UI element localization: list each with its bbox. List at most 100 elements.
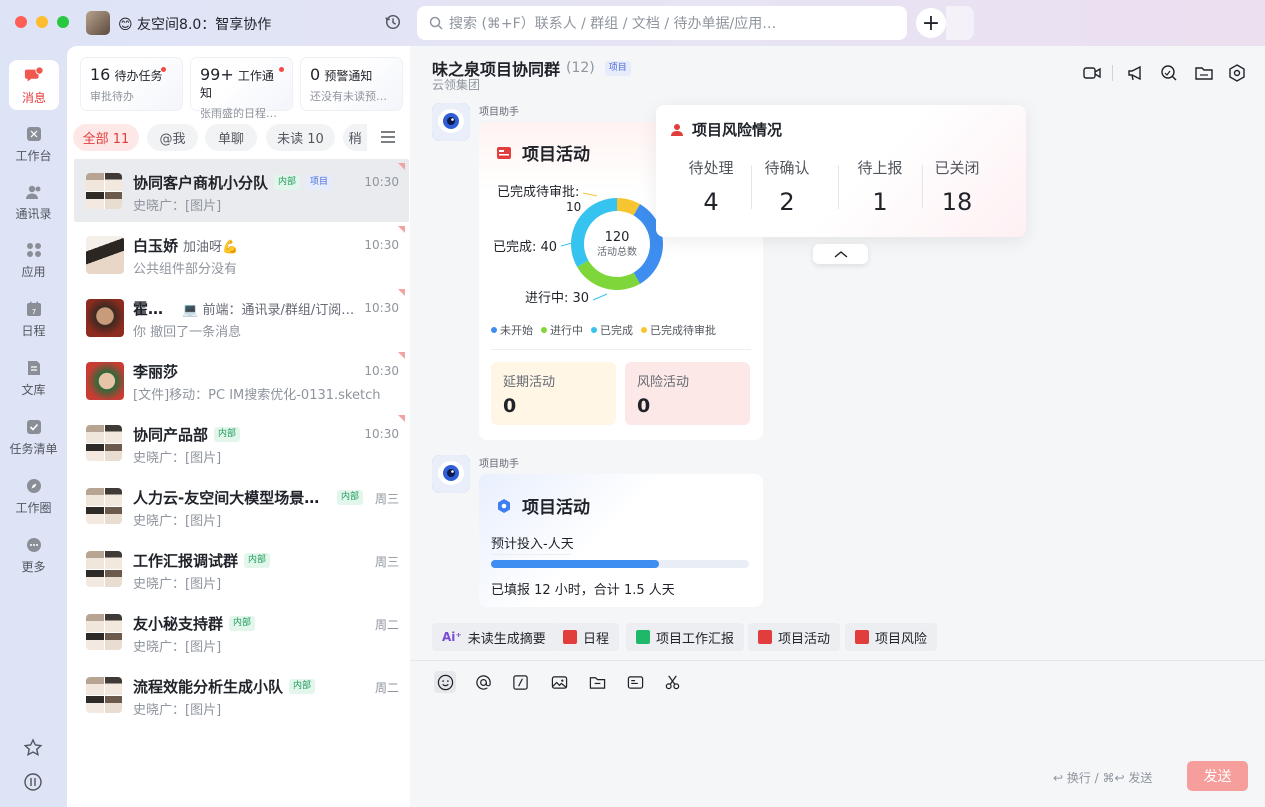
announcement-icon[interactable] [1127, 64, 1145, 82]
risk-activities[interactable]: 风险活动 0 [625, 362, 750, 425]
bot-avatar[interactable] [432, 455, 470, 493]
input-hint: ↩ 换行 / ⌘↩ 发送 [1053, 771, 1153, 785]
conversation-list: 协同客户商机小分队 内部 项目 史晓广：[图片] 10:30 白玉娇 加油呀💪 公共组… [74, 159, 409, 726]
quick-action-label: 日程 [583, 631, 610, 647]
nav-label: 工作圈 [15, 501, 52, 515]
conversation-preview: 史晓广：[图片] [133, 640, 222, 655]
filter-unread[interactable]: 未读 10 [266, 124, 335, 151]
nav-item-apps[interactable]: 应用 [0, 240, 67, 280]
filter-more[interactable]: 稍 [343, 124, 367, 151]
maximize-window-button[interactable] [57, 16, 69, 28]
menu-icon[interactable] [380, 129, 396, 145]
history-icon[interactable] [384, 13, 402, 31]
donut-slice-1[interactable] [577, 260, 640, 291]
settings-icon[interactable] [1228, 64, 1246, 82]
stat-card-todo[interactable]: 16 待办任务 审批待办 [81, 58, 182, 110]
tag-internal: 内部 [274, 175, 301, 190]
nav-item-circle[interactable]: 工作圈 [0, 476, 67, 516]
nav-item-tasklist[interactable]: 任务清单 [0, 417, 67, 457]
conversation-time: 周三 [374, 492, 399, 506]
conversation-preview: 史晓广：[图片] [133, 199, 222, 214]
nav-item-contacts[interactable]: 通讯录 [0, 182, 67, 222]
risk-report[interactable]: 待上报 1 [855, 157, 905, 216]
shortcut-button[interactable] [509, 671, 531, 693]
nav-item-workbench[interactable]: 工作台 [0, 124, 67, 164]
conversation-item[interactable]: 白玉娇 加油呀💪 公共组件部分没有 10:30 [74, 222, 409, 285]
nav-label: 应用 [21, 265, 46, 279]
settings-circle-icon[interactable] [23, 772, 43, 792]
delayed-activities[interactable]: 延期活动 0 [491, 362, 616, 425]
progress-track [491, 560, 749, 568]
risk-pending[interactable]: 待处理 4 [686, 157, 736, 216]
nav-label: 文库 [21, 383, 46, 397]
risk-closed[interactable]: 已关闭 18 [932, 157, 982, 216]
nav-item-library[interactable]: 文库 [0, 358, 67, 398]
nav-item-calendar[interactable]: 7 日程 [0, 299, 67, 339]
filter-row: 全部 11 @我 单聊 未读 10 稍 [73, 124, 403, 152]
add-button[interactable]: + [916, 8, 946, 38]
filter-mention[interactable]: @我 [147, 124, 198, 151]
star-icon[interactable] [23, 738, 43, 758]
quick-action-risk[interactable]: 项目风险 [845, 623, 938, 651]
effort-card[interactable]: 项目活动 预计投入-人天 已填报 12 小时，合计 1.5 人天 [479, 474, 763, 607]
conversation-item[interactable]: 霍小浩 💻 前端：通讯录/群组/订阅号... 你 撤回了一条消息 10:30 [74, 285, 409, 348]
card-button[interactable] [624, 671, 646, 693]
at-icon [475, 674, 491, 690]
filter-all[interactable]: 全部 11 [73, 124, 139, 151]
stat-card-notice[interactable]: 99+ 工作通知 张雨盛的日程即... [191, 58, 292, 120]
bot-avatar[interactable] [432, 103, 470, 141]
video-call-icon[interactable] [1083, 64, 1101, 82]
ai-icon: Ai⁺ [442, 630, 462, 644]
conversation-time: 10:30 [364, 175, 399, 189]
conversation-item[interactable]: 流程效能分析生成小队 内部 史晓广：[图片] 周二 [74, 663, 409, 726]
conversation-item[interactable]: 协同产品部 内部 史晓广：[图片] 10:30 [74, 411, 409, 474]
effort-divider [491, 554, 571, 555]
input-divider [410, 660, 1265, 661]
quick-action-activity[interactable]: 项目活动 [748, 623, 841, 651]
filter-direct[interactable]: 单聊 [205, 124, 257, 151]
risk-confirm[interactable]: 待确认 2 [762, 157, 812, 216]
risk-popup[interactable]: 项目风险情况 待处理 4 待确认 2 待上报 1 已关闭 18 [656, 105, 1026, 237]
search-chat-icon[interactable] [1160, 64, 1178, 82]
conversation-item[interactable]: 协同客户商机小分队 内部 项目 史晓广：[图片] 10:30 [74, 159, 409, 222]
conversation-item[interactable]: 工作汇报调试群 内部 史晓广：[图片] 周三 [74, 537, 409, 600]
conversation-time: 10:30 [364, 427, 399, 441]
risk-col-value: 1 [872, 188, 888, 216]
emoji-button[interactable] [434, 671, 456, 693]
send-button[interactable]: 发送 [1187, 761, 1248, 791]
risk-col-value: 4 [703, 188, 719, 216]
nav-item-messages[interactable]: 消息 [9, 60, 59, 110]
collapse-button[interactable] [813, 244, 868, 264]
leader-line-inprogress [592, 293, 608, 301]
mention-button[interactable] [472, 671, 494, 693]
search-input[interactable]: 搜索 (⌘+F）联系人 / 群组 / 文档 / 待办单据/应用… [417, 6, 907, 40]
close-window-button[interactable] [15, 16, 27, 28]
quick-action-report[interactable]: 项目工作汇报 [626, 623, 745, 651]
nav-item-more[interactable]: 更多 [0, 535, 67, 575]
quick-action-summary[interactable]: Ai⁺ 未读生成摘要 [432, 623, 556, 651]
pin-marker [398, 226, 405, 233]
conversation-time: 周三 [374, 555, 399, 569]
file-button[interactable] [586, 671, 608, 693]
folder-icon[interactable] [1195, 64, 1213, 82]
title-bar: 😊 友空间8.0：智享协作 搜索 (⌘+F）联系人 / 群组 / 文档 / 待办… [0, 0, 1265, 46]
conversation-item[interactable]: 人力云-友空间大模型场景共... 内部 史晓广：[图片] 周三 [74, 474, 409, 537]
quick-action-label: 未读生成摘要 [467, 631, 546, 647]
search-placeholder: 搜索 (⌘+F）联系人 / 群组 / 文档 / 待办单据/应用… [449, 16, 777, 32]
conversation-item[interactable]: 友小秘支持群 内部 史晓广：[图片] 周二 [74, 600, 409, 663]
stat-card-warning[interactable]: 0 预警通知 还没有未读预警~ [301, 58, 402, 110]
image-button[interactable] [548, 671, 570, 693]
delayed-label: 延期活动 [503, 375, 556, 390]
risk-title: 项目风险情况 [692, 121, 783, 139]
leader-line-done [560, 242, 573, 247]
group-avatar [86, 677, 122, 713]
user-avatar[interactable] [86, 11, 110, 35]
unread-dot [161, 67, 166, 72]
minimize-window-button[interactable] [36, 16, 48, 28]
screenshot-button[interactable] [661, 671, 683, 693]
conversation-item[interactable]: 李丽莎 [文件]移动：PC IM搜索优化-0131.sketch 10:30 [74, 348, 409, 411]
quick-action-label: 项目活动 [778, 631, 831, 647]
group-avatar [86, 425, 122, 461]
quick-action-calendar[interactable]: 日程 [553, 623, 620, 651]
effort-label: 预计投入-人天 [491, 537, 574, 552]
